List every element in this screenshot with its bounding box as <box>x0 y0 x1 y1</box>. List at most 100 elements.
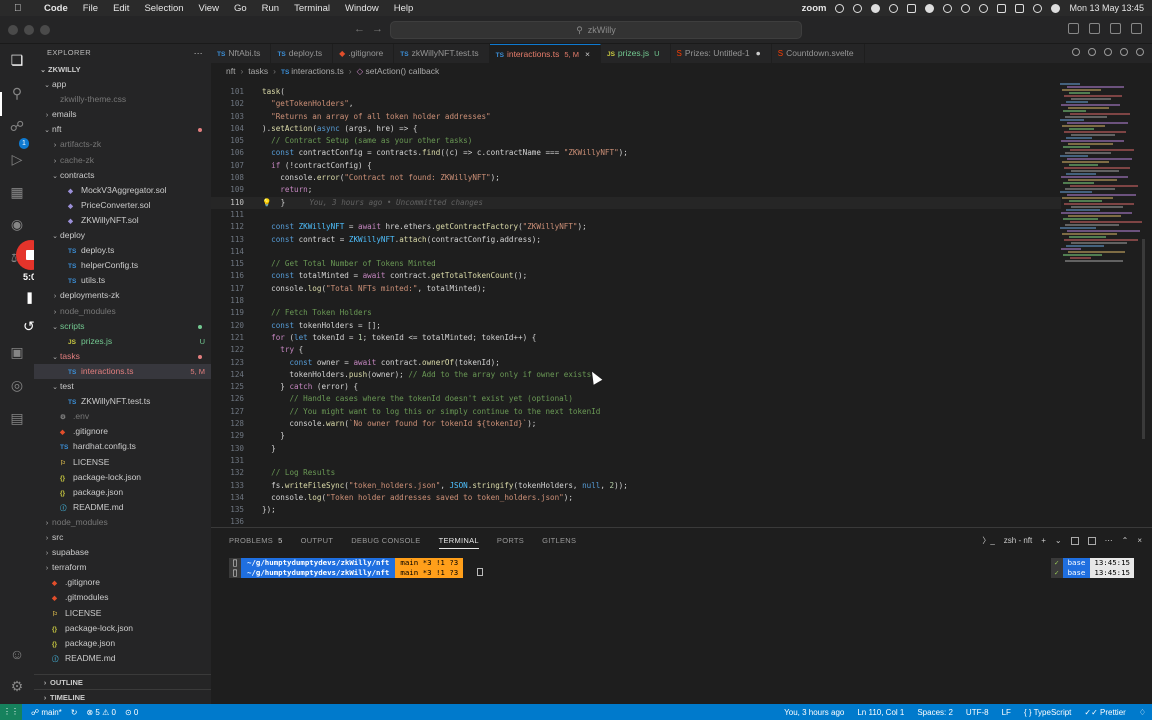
chat-tray-icon[interactable] <box>889 3 899 13</box>
tree-item[interactable]: ◆ MockV3Aggregator.sol <box>34 183 211 198</box>
prettier-status[interactable]: ✓✓ Prettier <box>1084 708 1125 717</box>
tree-item[interactable]: ◆ ZKWillyNFT.sol <box>34 213 211 228</box>
gitlens-blame-status[interactable]: You, 3 hours ago <box>784 708 844 717</box>
code-line[interactable]: 121 for (let tokenId = 1; tokenId <= tot… <box>211 332 1061 344</box>
extensions-icon[interactable]: ▦ <box>9 184 25 200</box>
tab-interactions[interactable]: TS interactions.ts 5, M × <box>489 44 601 63</box>
code-line[interactable]: 129 } <box>211 430 1061 442</box>
tree-item[interactable]: {} package-lock.json <box>34 621 211 636</box>
new-terminal-icon[interactable]: + <box>1041 536 1046 545</box>
brightness-tray-icon[interactable] <box>871 3 881 13</box>
tree-item[interactable]: ⚙ .env <box>34 409 211 424</box>
menubar-clock[interactable]: Mon 13 May 13:45 <box>1069 3 1144 13</box>
tree-item[interactable]: ⌄ contracts <box>34 168 211 183</box>
code-line[interactable]: 104).setAction(async (args, hre) => { <box>211 123 1061 135</box>
end-of-line[interactable]: LF <box>1002 708 1011 717</box>
wifi-icon[interactable] <box>979 3 989 13</box>
code-line[interactable]: 118 <box>211 295 1061 307</box>
split-terminal-icon[interactable] <box>1070 536 1079 545</box>
code-line[interactable]: 108 console.error("Contract not found: Z… <box>211 172 1061 184</box>
go-forward-icon[interactable] <box>1104 48 1112 56</box>
cursor-position[interactable]: Ln 110, Col 1 <box>857 708 904 717</box>
code-line[interactable]: 125 } catch (error) { <box>211 381 1061 393</box>
battery-icon[interactable] <box>997 3 1007 13</box>
tree-item[interactable]: › deployments-zk <box>34 288 211 303</box>
problems-status[interactable]: ⊗ 5 ⚠ 0 <box>86 708 115 717</box>
code-line[interactable]: 105 // Contract Setup (same as your othe… <box>211 135 1061 147</box>
more-actions-icon[interactable]: ⋯ <box>1105 536 1113 545</box>
code-line[interactable]: 128 console.warn(`No owner found for tok… <box>211 418 1061 430</box>
tab-output[interactable]: OUTPUT <box>301 536 334 549</box>
compare-icon[interactable] <box>1072 48 1080 56</box>
tab-gitlens[interactable]: GITLENS <box>542 536 576 549</box>
tree-item[interactable]: › artifacts-zk <box>34 137 211 152</box>
tree-item[interactable]: ⚐ LICENSE <box>34 455 211 470</box>
docker-icon[interactable]: ▣ <box>9 344 25 360</box>
language-mode[interactable]: { } TypeScript <box>1024 708 1071 717</box>
breadcrumb-item[interactable]: nft <box>226 66 235 76</box>
tree-item[interactable]: ⌄ nft <box>34 122 211 137</box>
git-branch[interactable]: ☍ main* <box>31 708 62 717</box>
tree-item[interactable]: TS deploy.ts <box>34 243 211 258</box>
code-line[interactable]: 107 if (!contractConfig) { <box>211 160 1061 172</box>
tree-item[interactable]: JS prizes.js U <box>34 334 211 349</box>
breadcrumb-item[interactable]: tasks <box>248 66 268 76</box>
tree-item[interactable]: zkwilly-theme.css <box>34 92 211 107</box>
display-tray-icon[interactable] <box>907 3 917 13</box>
editor-scrollbar[interactable] <box>1142 239 1145 439</box>
code-line[interactable]: 135}); <box>211 504 1061 516</box>
tree-item[interactable]: TS interactions.ts 5, M <box>34 363 211 379</box>
menu-help[interactable]: Help <box>394 3 414 14</box>
breadcrumb-item[interactable]: setAction() callback <box>366 66 440 76</box>
code-line[interactable]: 130 } <box>211 443 1061 455</box>
code-line[interactable]: 131 <box>211 455 1061 467</box>
code-line[interactable]: 119 // Fetch Token Holders <box>211 307 1061 319</box>
tree-item[interactable]: › node_modules <box>34 515 211 530</box>
lightbulb-icon[interactable]: 💡 <box>262 198 271 207</box>
code-line[interactable]: 132 // Log Results <box>211 467 1061 479</box>
menu-terminal[interactable]: Terminal <box>294 3 330 14</box>
minimize-window-button[interactable] <box>24 25 34 35</box>
tree-item[interactable]: › terraform <box>34 560 211 575</box>
tree-item[interactable]: ⌄ app <box>34 77 211 92</box>
code-line[interactable]: 136 <box>211 516 1061 527</box>
code-line[interactable]: 110 💡 } You, 3 hours ago • Uncommitted cha… <box>211 196 1061 209</box>
command-center-search[interactable]: ⚲ zkWilly <box>390 21 802 39</box>
outline-section[interactable]: › OUTLINE <box>34 674 211 689</box>
play-tray-icon[interactable] <box>943 3 953 13</box>
menu-view[interactable]: View <box>199 3 219 14</box>
tree-item[interactable]: ◆ PriceConverter.sol <box>34 198 211 213</box>
kill-terminal-icon[interactable] <box>1087 536 1096 545</box>
tree-item[interactable]: › cache-zk <box>34 153 211 168</box>
maximize-window-button[interactable] <box>40 25 50 35</box>
source-control-icon[interactable]: ☍ <box>9 118 25 134</box>
tab-countdown[interactable]: S Countdown.svelte <box>772 44 865 63</box>
code-line[interactable]: 124 tokenHolders.push(owner); // Add to … <box>211 369 1061 381</box>
tree-item[interactable]: › emails <box>34 107 211 122</box>
code-line[interactable]: 115 // Get Total Number of Tokens Minted <box>211 258 1061 270</box>
run-debug-icon[interactable]: ▷ <box>9 151 25 167</box>
menu-run[interactable]: Run <box>262 3 279 14</box>
apple-icon[interactable]:  <box>14 3 28 14</box>
code-lines[interactable]: 101 task(102 "getTokenHolders", 103 "Retur… <box>211 86 1061 527</box>
terminal-output[interactable]: ~/g/humptydumptydevs/zkWilly/nftmain *3… <box>229 558 1134 578</box>
tab-ports[interactable]: PORTS <box>497 536 524 549</box>
screen-tray-icon[interactable] <box>853 3 863 13</box>
code-line[interactable]: 102 "getTokenHolders", <box>211 98 1061 110</box>
tree-item[interactable]: TS hardhat.config.ts <box>34 439 211 454</box>
code-line[interactable]: 111 <box>211 209 1061 221</box>
tree-item[interactable]: › supabase <box>34 545 211 560</box>
menu-window[interactable]: Window <box>345 3 379 14</box>
indentation[interactable]: Spaces: 2 <box>917 708 953 717</box>
go-back-icon[interactable] <box>1088 48 1096 56</box>
tree-item[interactable]: TS utils.ts <box>34 273 211 288</box>
code-line[interactable]: 112 const ZKWillyNFT = await hre.ethers.… <box>211 221 1061 233</box>
tree-item[interactable]: ⓘ README.md <box>34 651 211 666</box>
remote-indicator-icon[interactable]: ⋮⋮ <box>0 704 22 720</box>
menu-selection[interactable]: Selection <box>144 3 183 14</box>
tree-item[interactable]: {} package.json <box>34 485 211 500</box>
code-line[interactable]: 106 const contractConfig = contracts.fin… <box>211 147 1061 159</box>
toggle-secondary-sidebar-icon[interactable] <box>1131 23 1142 34</box>
tab-terminal[interactable]: TERMINAL <box>438 536 479 549</box>
encoding[interactable]: UTF-8 <box>966 708 989 717</box>
